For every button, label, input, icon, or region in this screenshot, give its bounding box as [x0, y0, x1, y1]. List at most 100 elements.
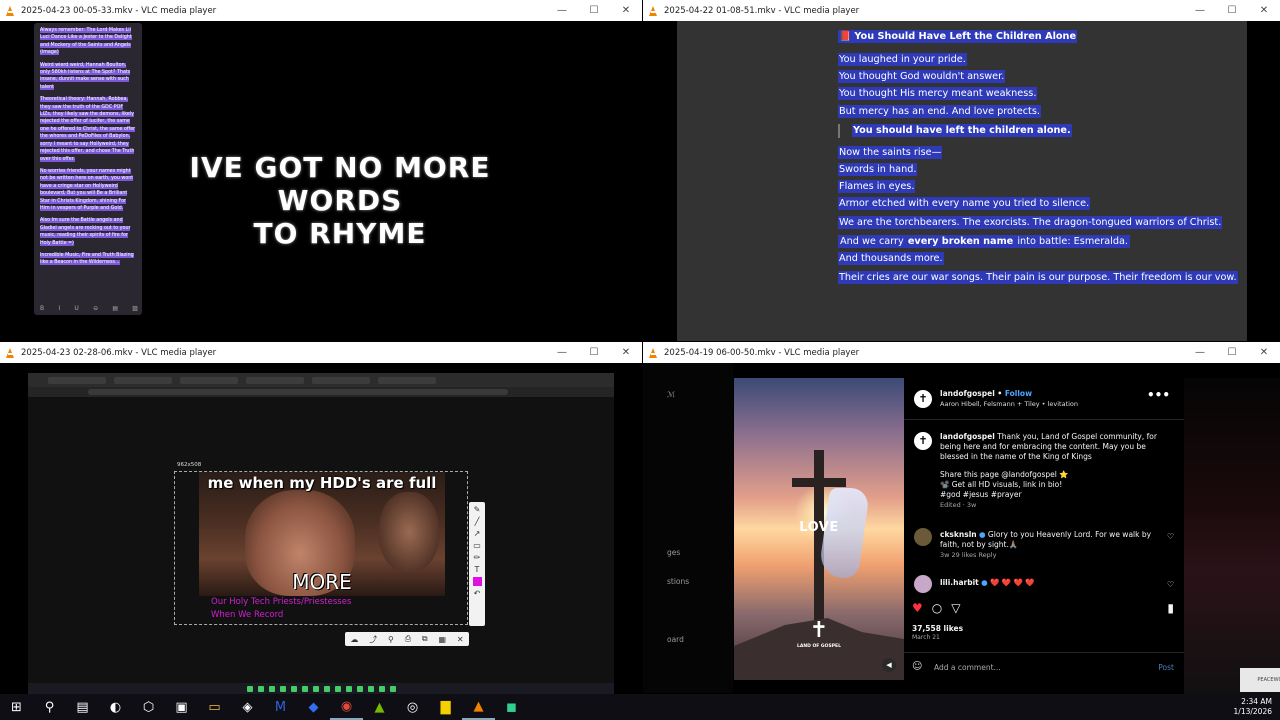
arrow-icon[interactable]: ↗: [474, 529, 481, 538]
close-button[interactable]: ✕: [1248, 5, 1280, 16]
app-icon[interactable]: ◎: [396, 694, 429, 720]
vlc-window-top-right[interactable]: 2025-04-22 01-08-51.mkv - VLC media play…: [643, 0, 1280, 342]
like-count[interactable]: 37,558 likes: [912, 624, 963, 633]
post-username[interactable]: landofgospel • Follow: [940, 389, 1032, 398]
video-area[interactable]: 📕 You Should Have Left the Children Alon…: [643, 21, 1280, 342]
strike-button[interactable]: ⊖: [93, 305, 98, 312]
sidebar-item[interactable]: oard: [667, 635, 684, 644]
minimize-button[interactable]: —: [546, 347, 578, 358]
vlc-window-top-left[interactable]: 2025-04-23 00-05-33.mkv - VLC media play…: [0, 0, 642, 342]
task-view-icon[interactable]: ▤: [66, 694, 99, 720]
sidebar-item[interactable]: ges: [667, 548, 680, 557]
snip-tools-vertical: ✎ ╱ ↗ ▭ ✏ T ↶: [469, 502, 485, 626]
avatar[interactable]: ✝: [914, 432, 932, 450]
bookmark-icon[interactable]: ▮: [1167, 601, 1174, 615]
list-button[interactable]: ▤: [112, 305, 118, 312]
avatar[interactable]: [914, 575, 932, 593]
vlc-window-bottom-right[interactable]: 2025-04-19 06-00-50.mkv - VLC media play…: [643, 342, 1280, 694]
rectangle-icon[interactable]: ▭: [473, 541, 481, 550]
title-bar[interactable]: 2025-04-23 02-28-06.mkv - VLC media play…: [0, 342, 642, 363]
bold-button[interactable]: B: [40, 305, 44, 312]
like-comment-icon[interactable]: ♡: [1167, 532, 1174, 541]
minimize-button[interactable]: —: [1184, 347, 1216, 358]
title-bar[interactable]: 2025-04-23 00-05-33.mkv - VLC media play…: [0, 0, 642, 21]
print-icon[interactable]: ⎙: [405, 634, 411, 644]
nvidia-icon[interactable]: ▲: [363, 694, 396, 720]
doc-line: Armor etched with every name you tried t…: [838, 197, 1091, 210]
app-icon[interactable]: ◼: [495, 694, 528, 720]
line-icon[interactable]: ╱: [475, 517, 480, 526]
vlc-icon[interactable]: ▲: [462, 694, 495, 720]
window-title: 2025-04-23 00-05-33.mkv - VLC media play…: [21, 5, 217, 16]
mute-icon[interactable]: ◀: [882, 658, 896, 672]
snip-selection[interactable]: 962x508 me when my HDD's are full MORE O…: [174, 462, 485, 646]
video-area[interactable]: ℳ ges stions oard LOVE ✝ LAND OF GOSPEL …: [643, 363, 1280, 694]
app-icon[interactable]: ◈: [231, 694, 264, 720]
vlc-window-bottom-left[interactable]: 2025-04-23 02-28-06.mkv - VLC media play…: [0, 342, 642, 694]
sidebar-item[interactable]: stions: [667, 577, 689, 586]
underline-button[interactable]: U: [74, 305, 78, 312]
audio-info[interactable]: Aaron Hibell, Felsmann + Tiley • levitat…: [940, 400, 1078, 408]
title-bar[interactable]: 2025-04-22 01-08-51.mkv - VLC media play…: [643, 0, 1280, 21]
post-button[interactable]: Post: [1158, 663, 1174, 672]
doc-line: And we carry every broken name into batt…: [838, 235, 1130, 248]
save-icon[interactable]: ▦: [438, 635, 446, 644]
sticky-notes-icon[interactable]: ▇: [429, 694, 462, 720]
window-title: 2025-04-23 02-28-06.mkv - VLC media play…: [21, 347, 217, 358]
close-icon[interactable]: ✕: [457, 635, 464, 644]
recorded-desktop: 962x508 me when my HDD's are full MORE O…: [28, 373, 614, 694]
share-icon[interactable]: ▽: [951, 601, 960, 615]
maximize-button[interactable]: ☐: [578, 347, 610, 358]
maximize-button[interactable]: ☐: [1216, 5, 1248, 16]
close-button[interactable]: ✕: [610, 5, 642, 16]
minimize-button[interactable]: —: [1184, 5, 1216, 16]
system-clock[interactable]: 2:34 AM 1/13/2026: [1234, 697, 1272, 717]
undo-icon[interactable]: ↶: [474, 589, 481, 598]
app-icon[interactable]: ◆: [297, 694, 330, 720]
avatar[interactable]: [914, 528, 932, 546]
clock-time: 2:34 AM: [1241, 697, 1272, 706]
vlc-cone-icon: [649, 347, 658, 358]
video-area[interactable]: Always remember: The Lord Makes Lil Luci…: [0, 21, 642, 342]
marker-icon[interactable]: ✏: [474, 553, 481, 562]
doc-line: And thousands more.: [838, 252, 944, 265]
more-options-icon[interactable]: •••: [1147, 388, 1170, 402]
app-icon[interactable]: ▣: [165, 694, 198, 720]
folder-icon[interactable]: ▭: [198, 694, 231, 720]
copy-icon[interactable]: ⧉: [422, 634, 428, 644]
sidebar-item[interactable]: ℳ: [667, 390, 675, 399]
comment-icon[interactable]: ○: [932, 601, 942, 615]
comment: cksknsln ● Glory to you Heavenly Lord. F…: [940, 530, 1152, 559]
like-comment-icon[interactable]: ♡: [1167, 580, 1174, 589]
upload-icon[interactable]: ☁: [350, 635, 358, 644]
emoji-icon[interactable]: ☺: [912, 661, 922, 672]
share-icon[interactable]: ⤴: [369, 634, 377, 645]
text-icon[interactable]: T: [475, 565, 480, 574]
avatar[interactable]: ✝: [914, 390, 932, 408]
video-area[interactable]: 962x508 me when my HDD's are full MORE O…: [0, 363, 642, 694]
title-bar[interactable]: 2025-04-19 06-00-50.mkv - VLC media play…: [643, 342, 1280, 363]
like-icon[interactable]: ♥: [912, 601, 923, 615]
image-button[interactable]: ▨: [132, 305, 138, 312]
maximize-button[interactable]: ☐: [1216, 347, 1248, 358]
meme-face-bg: [379, 492, 439, 572]
close-button[interactable]: ✕: [1248, 347, 1280, 358]
italic-button[interactable]: I: [58, 305, 60, 312]
app-icon[interactable]: ⬡: [132, 694, 165, 720]
chrome-icon[interactable]: ◉: [330, 694, 363, 720]
search-icon[interactable]: ⚲: [33, 694, 66, 720]
post-video[interactable]: LOVE ✝ LAND OF GOSPEL ◀: [734, 378, 904, 680]
pen-icon[interactable]: ✎: [474, 505, 481, 514]
start-icon[interactable]: ⊞: [0, 694, 33, 720]
close-button[interactable]: ✕: [610, 347, 642, 358]
maximize-button[interactable]: ☐: [578, 5, 610, 16]
app-icon[interactable]: ◐: [99, 694, 132, 720]
post-actions: ♥ ○ ▽ ▮: [912, 600, 1174, 616]
app-icon[interactable]: M: [264, 694, 297, 720]
search-icon[interactable]: ⚲: [388, 635, 394, 644]
follow-button[interactable]: Follow: [1005, 389, 1032, 398]
color-swatch[interactable]: [472, 577, 482, 586]
comment-input[interactable]: Add a comment...: [934, 663, 1001, 672]
minimize-button[interactable]: —: [546, 5, 578, 16]
meme-bottom-text: MORE: [292, 570, 352, 594]
